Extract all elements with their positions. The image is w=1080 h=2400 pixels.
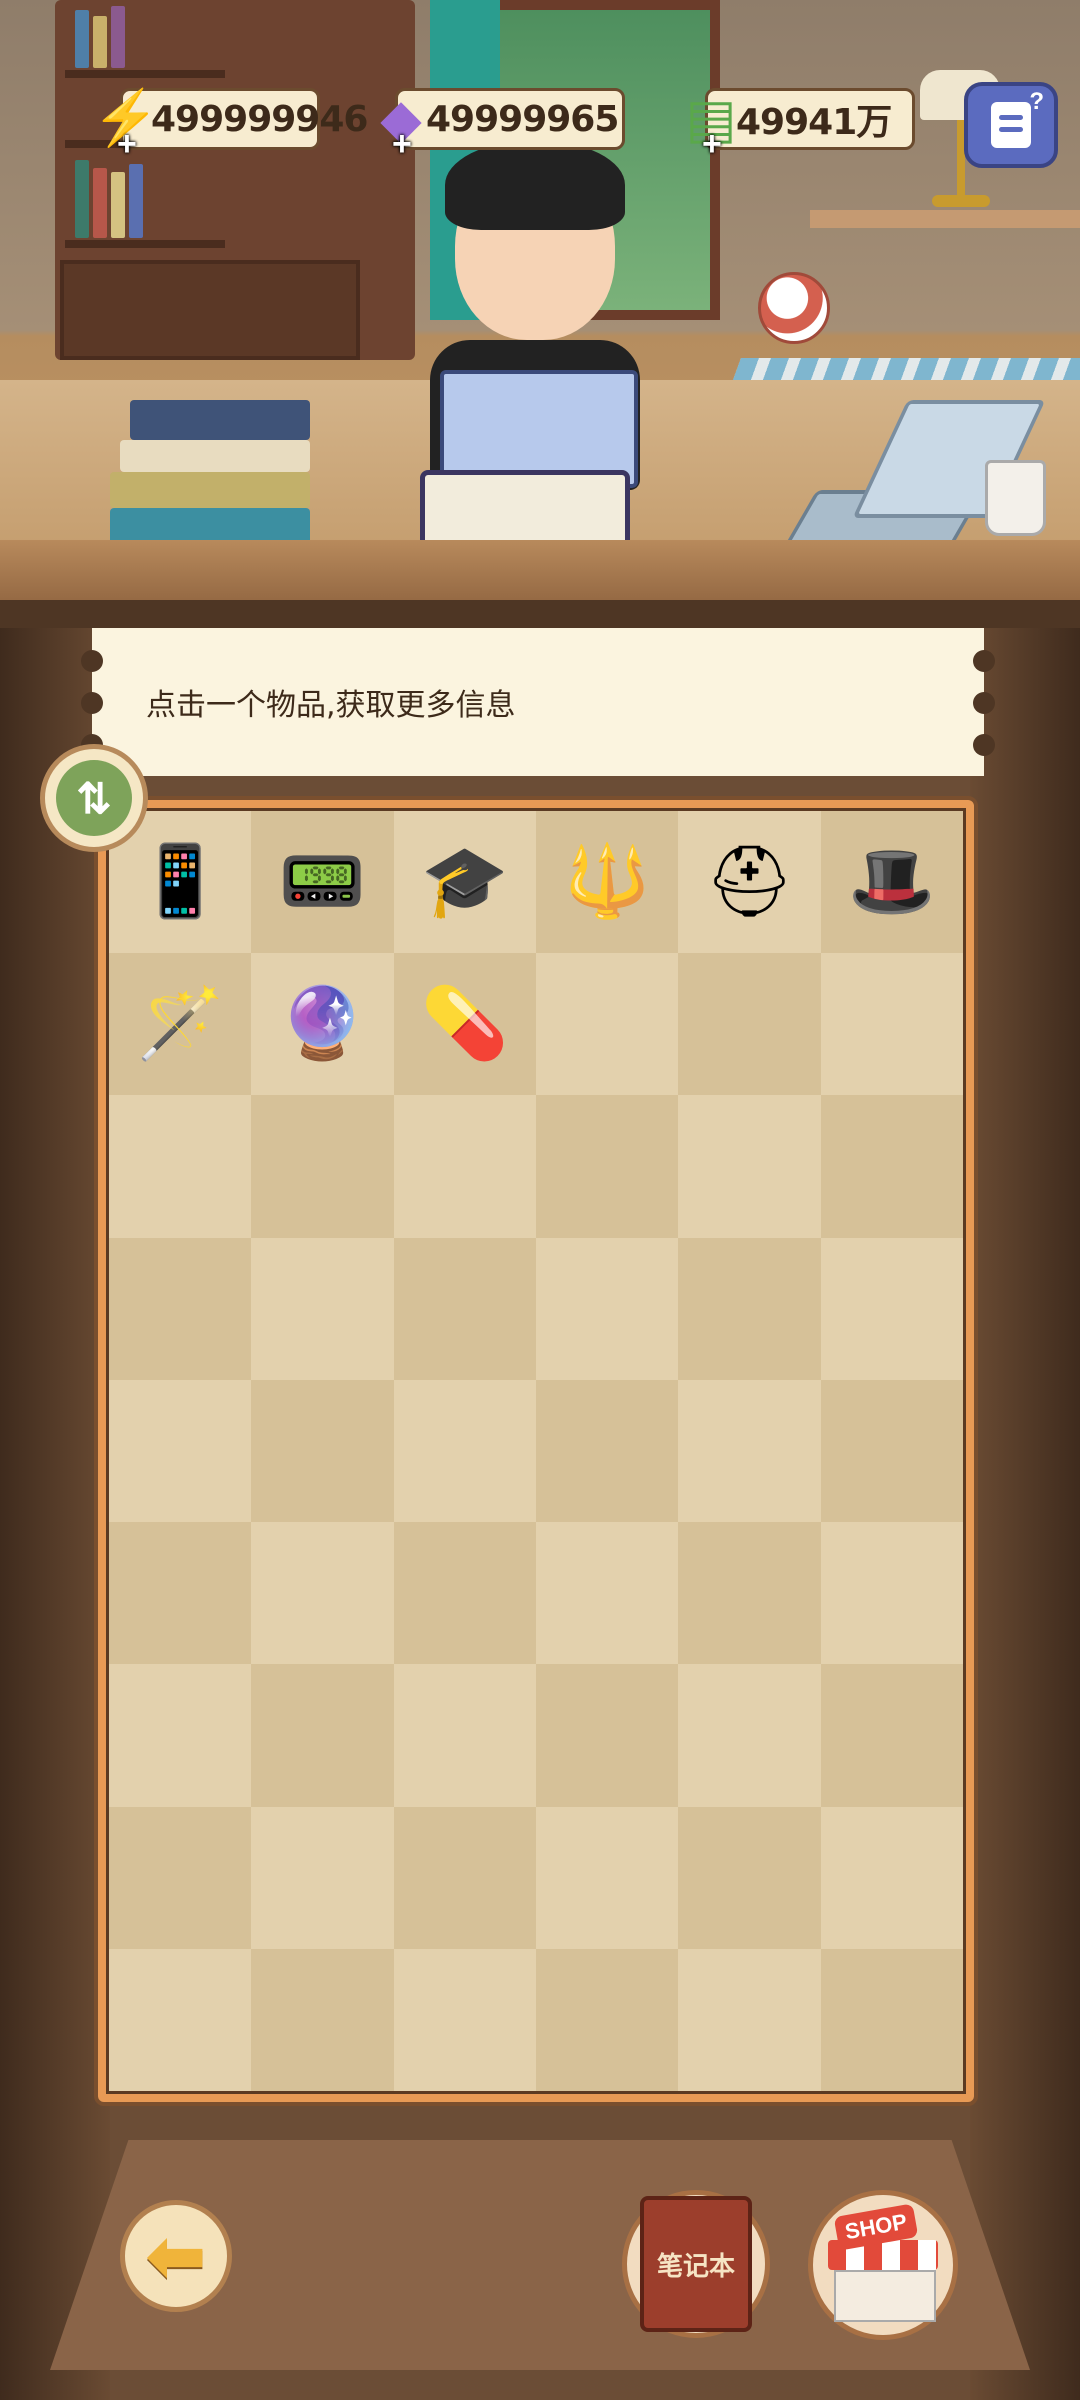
shop-icon: SHOP [828,2203,938,2322]
inventory-slot[interactable] [535,1664,679,1807]
cabinet-right-panel [970,628,1080,2400]
inventory-slot[interactable] [678,1237,821,1380]
inventory-slot[interactable] [820,1522,963,1665]
inventory-slot[interactable] [678,953,821,1096]
inventory-slot[interactable]: 🔮 [251,953,394,1096]
gem-counter[interactable]: ◆ + 49999965 [380,88,625,161]
inventory-slot[interactable] [820,1806,963,1949]
inventory-slot[interactable] [109,1948,252,2091]
add-energy-icon[interactable]: + [117,127,137,161]
book-stack [110,400,310,550]
laptop [783,400,1046,550]
flip-phone-icon[interactable]: 📱 [130,832,230,932]
magic-scepter-icon[interactable]: 🪄 [130,974,230,1074]
banner-notch [973,734,995,756]
inventory-slot[interactable] [109,1664,252,1807]
inventory-slot[interactable] [535,1095,679,1238]
sort-arrows-icon: ⇅ [56,760,132,836]
energy-capsule-icon[interactable]: 💊 [415,974,515,1074]
golden-staff-icon[interactable]: 🔱 [557,832,657,932]
inventory-slot[interactable] [678,1806,821,1949]
desk-edge [0,540,1080,600]
notebook-icon: 笔记本 [640,2196,752,2332]
inventory-slot[interactable] [109,1806,252,1949]
banner-notch [973,692,995,714]
inventory-slot[interactable] [820,953,963,1096]
inventory-slot[interactable]: 💊 [393,953,536,1096]
inventory-slot[interactable] [109,1237,252,1380]
shelf-divider [0,600,1080,628]
inventory-slot[interactable]: ⛑ [678,811,821,954]
inventory-slot[interactable] [393,1237,536,1380]
inventory-panel: 📱 📟 🎓 🔱 ⛑ 🎩 🪄 🔮 💊 [94,796,978,2106]
banner-notch [81,692,103,714]
inventory-slot[interactable] [535,1806,679,1949]
inventory-slot[interactable]: 🎓 [393,811,536,954]
cabinet [60,260,360,360]
notebook-label: 笔记本 [656,2250,735,2281]
inventory-slot[interactable] [535,1522,679,1665]
inventory-slot[interactable] [109,1379,252,1523]
help-document-icon [991,102,1031,148]
inventory-slot[interactable] [393,1948,536,2091]
inventory-slot[interactable] [678,1095,821,1238]
energy-counter[interactable]: ⚡ + 499999946 [92,88,368,162]
inventory-slot[interactable] [109,1095,252,1238]
character-student [420,140,650,560]
add-cash-icon[interactable]: + [702,127,722,161]
help-button[interactable]: ? [964,82,1058,168]
inventory-slot[interactable] [393,1379,536,1523]
tablet-icon[interactable]: 📟 [272,832,372,932]
add-gem-icon[interactable]: + [392,127,412,161]
info-banner-text: 点击一个物品,获取更多信息 [146,688,516,723]
inventory-slot[interactable] [820,1237,963,1380]
sort-button[interactable]: ⇅ [40,744,148,852]
inventory-slot[interactable]: 🪄 [109,953,252,1096]
inventory-slot[interactable] [678,1664,821,1807]
inventory-slot[interactable] [393,1522,536,1665]
crystal-orb-icon[interactable]: 🔮 [272,974,372,1074]
inventory-slot[interactable] [535,953,679,1096]
inventory-slot[interactable] [251,1664,394,1807]
inventory-slot[interactable] [820,1379,963,1523]
inventory-slot[interactable] [393,1095,536,1238]
inventory-slot[interactable] [251,1948,394,2091]
inventory-slot[interactable] [251,1806,394,1949]
graduation-cap-icon[interactable]: 🎓 [415,832,515,932]
inventory-slot[interactable] [820,1095,963,1238]
banner-notch [973,650,995,672]
inventory-slot[interactable]: 🎩 [820,811,963,954]
notebook-button[interactable]: 笔记本 [622,2190,770,2338]
mug [985,460,1046,536]
inventory-slot[interactable] [820,1664,963,1807]
question-mark: ? [1029,88,1044,115]
inventory-slot[interactable] [535,1948,679,2091]
inventory-slot[interactable] [251,1095,394,1238]
inventory-slot[interactable] [251,1522,394,1665]
banner-notch [81,650,103,672]
inventory-slot[interactable] [251,1237,394,1380]
cash-counter[interactable]: ▤ + 49941万 [685,88,915,161]
inventory-grid: 📱 📟 🎓 🔱 ⛑ 🎩 🪄 🔮 💊 [106,808,966,2094]
inventory-slot[interactable] [393,1664,536,1807]
info-banner: 点击一个物品,获取更多信息 [92,628,984,776]
gladiator-helmet-icon[interactable]: ⛑ [699,832,799,932]
inventory-slot[interactable] [393,1806,536,1949]
inventory-slot[interactable]: 🔱 [535,811,679,954]
inventory-slot[interactable] [678,1379,821,1523]
inventory-slot[interactable] [678,1522,821,1665]
wizard-hat-icon[interactable]: 🎩 [842,832,942,932]
shop-button[interactable]: SHOP [808,2190,958,2340]
back-button[interactable]: ⬅ [120,2200,232,2312]
inventory-slot[interactable] [820,1948,963,2091]
side-table [810,210,1080,228]
inventory-slot[interactable] [535,1379,679,1523]
inventory-slot[interactable] [678,1948,821,2091]
back-arrow-icon: ⬅ [146,2217,206,2295]
ball [758,272,830,344]
inventory-slot[interactable]: 📟 [251,811,394,954]
inventory-slot[interactable] [535,1237,679,1380]
inventory-slot[interactable] [251,1379,394,1523]
inventory-slot[interactable] [109,1522,252,1665]
